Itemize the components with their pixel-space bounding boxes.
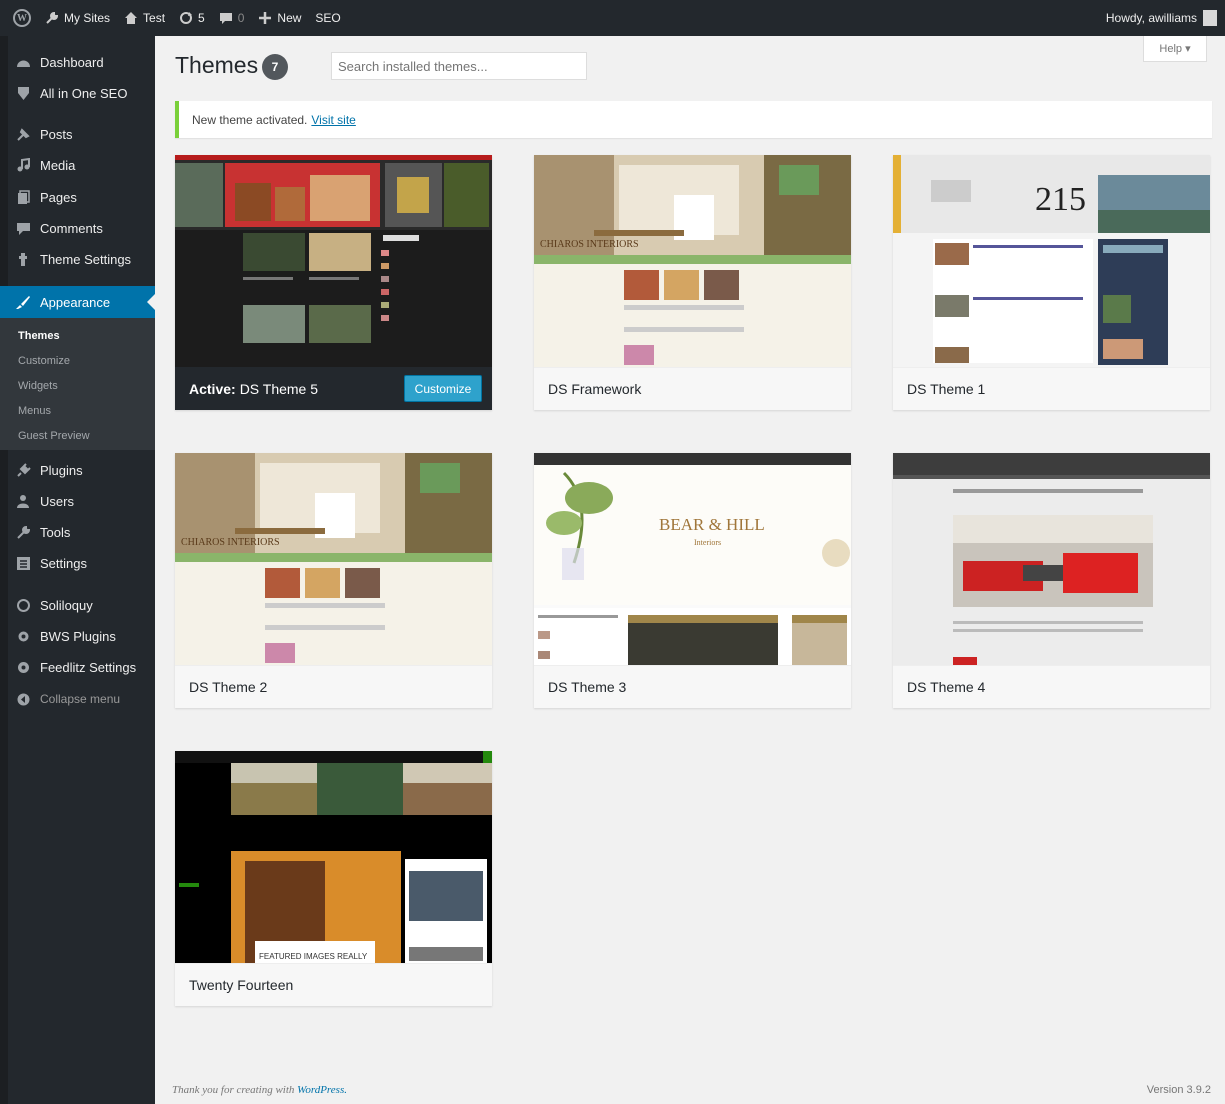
admin-sidebar: Themes Customize Widgets Menus Guest Pre… xyxy=(0,36,155,1104)
collapse-icon xyxy=(14,690,32,708)
sidebar-item-bws-plugins[interactable]: BWS Plugins xyxy=(14,622,116,650)
page-title: Themes xyxy=(175,52,259,78)
adminbar-seo[interactable]: SEO xyxy=(308,0,347,36)
theme-card-ds-framework[interactable]: CHIAROS INTERIORS DS Framework xyxy=(534,155,851,410)
comment-icon xyxy=(219,13,232,24)
pages-icon xyxy=(14,188,32,206)
svg-text:Interiors: Interiors xyxy=(694,538,721,547)
theme-name: DS Framework xyxy=(534,367,851,410)
bear-hill-logo-text: BEAR & HILL xyxy=(659,515,765,534)
collapse-menu-button[interactable]: Collapse menu xyxy=(14,685,120,713)
sidebar-item-dashboard[interactable]: Dashboard xyxy=(14,48,104,76)
search-themes-input[interactable] xyxy=(331,52,587,80)
sidebar-item-media[interactable]: Media xyxy=(14,151,75,179)
customize-button[interactable]: Customize xyxy=(404,375,482,402)
theme-screenshot: CHIAROS INTERIORS xyxy=(175,453,492,665)
seo-icon xyxy=(14,84,32,102)
sidebar-item-appearance[interactable]: Appearance xyxy=(14,288,110,316)
wrench-icon xyxy=(14,523,32,541)
gear-icon xyxy=(14,627,32,645)
avatar xyxy=(1203,10,1217,26)
theme-name: Twenty Fourteen xyxy=(175,963,492,1006)
theme-card-ds-theme-4[interactable]: DS Theme 4 xyxy=(893,453,1210,708)
plus-icon xyxy=(259,12,272,24)
theme-name: DS Theme 1 xyxy=(893,367,1210,410)
submenu-guest-preview[interactable]: Guest Preview xyxy=(18,430,90,442)
theme-activated-notice: New theme activated. Visit site xyxy=(175,101,1212,138)
chiaros-logo-text: CHIAROS INTERIORS xyxy=(181,537,280,548)
adminbar-comments[interactable]: 0 xyxy=(212,0,252,36)
media-icon xyxy=(14,156,32,174)
wrench-icon xyxy=(46,11,59,24)
theme-screenshot xyxy=(893,453,1210,665)
sidebar-item-theme-settings[interactable]: Theme Settings xyxy=(14,245,131,273)
sidebar-item-comments[interactable]: Comments xyxy=(14,214,103,242)
theme-screenshot: CHIAROS INTERIORS xyxy=(534,155,851,367)
theme-name: DS Theme 4 xyxy=(893,665,1210,708)
submenu-customize[interactable]: Customize xyxy=(18,355,70,367)
featured-images-text: FEATURED IMAGES REALLY xyxy=(259,952,368,961)
theme-card-ds-theme-2[interactable]: CHIAROS INTERIORS DS Theme 2 xyxy=(175,453,492,708)
sidebar-item-users[interactable]: Users xyxy=(14,487,74,515)
dashboard-icon xyxy=(14,53,32,71)
sidebar-item-soliloquy[interactable]: Soliloquy xyxy=(14,591,93,619)
gear-icon xyxy=(14,658,32,676)
help-tab-button[interactable]: Help ▾ xyxy=(1143,36,1207,62)
theme-card-ds-theme-1[interactable]: 215 DS Theme 1 xyxy=(893,155,1210,410)
home-icon xyxy=(125,12,138,24)
theme-screenshot: 215 xyxy=(893,155,1210,367)
sidebar-item-all-in-one-seo[interactable]: All in One SEO xyxy=(14,79,127,107)
sidebar-item-settings[interactable]: Settings xyxy=(14,549,87,577)
comment-icon xyxy=(14,219,32,237)
theme1-logo-text: 215 xyxy=(1035,181,1086,218)
theme-name: DS Theme 3 xyxy=(534,665,851,708)
appearance-submenu: Themes Customize Widgets Menus Guest Pre… xyxy=(0,318,155,450)
plugin-icon xyxy=(14,461,32,479)
theme-card-twenty-fourteen[interactable]: FEATURED IMAGES REALLY Twenty Fourteen xyxy=(175,751,492,1006)
adminbar-updates[interactable]: 5 xyxy=(172,0,212,36)
footer-version: Version 3.9.2 xyxy=(1146,1084,1211,1096)
adminbar-site-name[interactable]: Test xyxy=(117,0,172,36)
chiaros-logo-text: CHIAROS INTERIORS xyxy=(540,239,639,250)
sidebar-item-feedlitz-settings[interactable]: Feedlitz Settings xyxy=(14,653,136,681)
theme-card-ds-theme-3[interactable]: BEAR & HILL Interiors DS Theme 3 xyxy=(534,453,851,708)
submenu-themes[interactable]: Themes xyxy=(18,330,60,342)
theme-screenshot: BEAR & HILL Interiors xyxy=(534,453,851,665)
theme-card-ds-theme-5[interactable]: Active: DS Theme 5 Customize xyxy=(175,155,492,410)
adminbar-account[interactable]: Howdy, awilliams xyxy=(1106,0,1217,36)
sidebar-item-plugins[interactable]: Plugins xyxy=(14,456,83,484)
circle-icon xyxy=(14,596,32,614)
footer-thanks: Thank you for creating with WordPress. xyxy=(172,1084,347,1096)
submenu-menus[interactable]: Menus xyxy=(18,405,51,417)
pin-icon xyxy=(14,125,32,143)
wordpress-logo-icon[interactable]: W xyxy=(6,0,38,36)
updates-icon xyxy=(180,12,193,24)
user-icon xyxy=(14,492,32,510)
submenu-widgets[interactable]: Widgets xyxy=(18,380,58,392)
settings-grid-icon xyxy=(14,554,32,572)
wordpress-link[interactable]: WordPress. xyxy=(297,1084,347,1096)
theme-name: DS Theme 5 xyxy=(239,380,319,397)
brush-icon xyxy=(14,293,32,311)
theme-name: DS Theme 2 xyxy=(175,665,492,708)
sidebar-item-pages[interactable]: Pages xyxy=(14,183,77,211)
sidebar-item-posts[interactable]: Posts xyxy=(14,120,73,148)
sidebar-item-tools[interactable]: Tools xyxy=(14,518,70,546)
adminbar-new[interactable]: New xyxy=(251,0,308,36)
adminbar-my-sites[interactable]: My Sites xyxy=(38,0,117,36)
theme-screenshot xyxy=(175,155,492,367)
theme-screenshot: FEATURED IMAGES REALLY xyxy=(175,751,492,963)
admin-bar: W My Sites Test 5 0 New SEO Howdy, awill… xyxy=(0,0,1225,36)
settings-icon xyxy=(14,250,32,268)
visit-site-link[interactable]: Visit site xyxy=(311,113,355,127)
theme-count-badge: 7 xyxy=(262,54,288,80)
